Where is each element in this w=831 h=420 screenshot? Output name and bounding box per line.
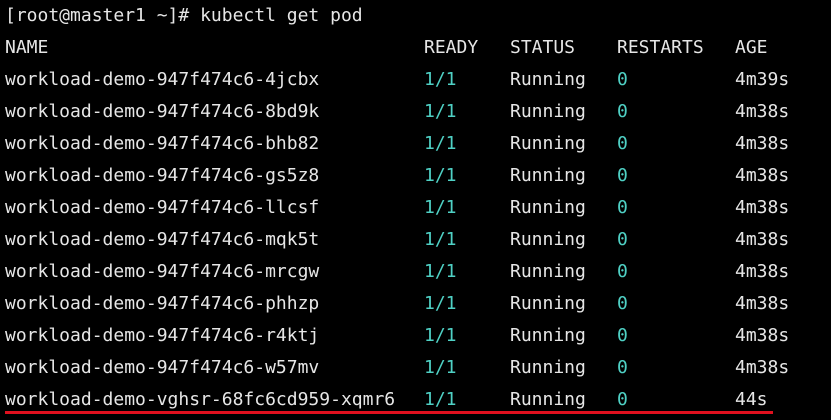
pod-age: 4m38s — [735, 165, 790, 186]
table-header: NAME READY STATUS RESTARTS AGE — [0, 32, 831, 64]
pod-age: 4m38s — [735, 261, 790, 282]
pod-ready: 1/1 — [424, 165, 457, 186]
header-restarts: RESTARTS — [617, 37, 704, 58]
pod-age: 4m38s — [735, 101, 790, 122]
pod-restarts: 0 — [617, 133, 628, 154]
pod-status: Running — [510, 293, 586, 314]
pod-status: Running — [510, 261, 586, 282]
pod-age: 4m38s — [735, 197, 790, 218]
table-row: workload-demo-947f474c6-8bd9k 1/1 Running 0… — [0, 96, 831, 128]
pod-name: workload-demo-947f474c6-bhb82 — [5, 133, 320, 154]
highlight-underline — [5, 411, 773, 414]
table-row: workload-demo-947f474c6-mqk5t 1/1 Running 0… — [0, 224, 831, 256]
pod-name: workload-demo-947f474c6-mrcgw — [5, 261, 320, 282]
pod-ready: 1/1 — [424, 229, 457, 250]
table-row: workload-demo-947f474c6-r4ktj 1/1 Running 0… — [0, 320, 831, 352]
pod-name: workload-demo-947f474c6-phhzp — [5, 293, 320, 314]
header-age: AGE — [735, 37, 768, 58]
table-row: workload-demo-947f474c6-4jcbx 1/1 Running 0… — [0, 64, 831, 96]
pod-name: workload-demo-947f474c6-r4ktj — [5, 325, 320, 346]
pod-ready: 1/1 — [424, 325, 457, 346]
pod-name: workload-demo-947f474c6-w57mv — [5, 357, 320, 378]
pod-ready: 1/1 — [424, 133, 457, 154]
pod-status: Running — [510, 325, 586, 346]
pod-name: workload-demo-947f474c6-4jcbx — [5, 69, 320, 90]
pod-status: Running — [510, 197, 586, 218]
pod-age: 4m38s — [735, 357, 790, 378]
pod-age: 4m38s — [735, 229, 790, 250]
pod-restarts: 0 — [617, 69, 628, 90]
pod-status: Running — [510, 229, 586, 250]
table-row: workload-demo-947f474c6-w57mv 1/1 Running 0… — [0, 352, 831, 384]
table-row: workload-demo-947f474c6-phhzp 1/1 Running 0… — [0, 288, 831, 320]
pod-restarts: 0 — [617, 101, 628, 122]
pod-name: workload-demo-947f474c6-mqk5t — [5, 229, 320, 250]
header-ready: READY — [424, 37, 479, 58]
terminal-window[interactable]: [root@master1 ~]# kubectl get pod NAME R… — [0, 0, 831, 420]
pod-name: workload-demo-947f474c6-gs5z8 — [5, 165, 320, 186]
pod-restarts: 0 — [617, 165, 628, 186]
pod-restarts: 0 — [617, 229, 628, 250]
pod-restarts: 0 — [617, 293, 628, 314]
pod-restarts: 0 — [617, 197, 628, 218]
pod-status: Running — [510, 357, 586, 378]
pod-status: Running — [510, 133, 586, 154]
pod-status: Running — [510, 165, 586, 186]
pod-age: 4m38s — [735, 133, 790, 154]
command-prompt: [root@master1 ~]# kubectl get pod — [5, 5, 363, 26]
pod-ready: 1/1 — [424, 293, 457, 314]
pod-status: Running — [510, 69, 586, 90]
table-row: workload-demo-947f474c6-bhb82 1/1 Running 0… — [0, 128, 831, 160]
pod-name: workload-demo-947f474c6-8bd9k — [5, 101, 320, 122]
pod-ready: 1/1 — [424, 261, 457, 282]
table-row: workload-demo-947f474c6-mrcgw 1/1 Running 0… — [0, 256, 831, 288]
pod-restarts: 0 — [617, 357, 628, 378]
table-row: workload-demo-947f474c6-llcsf 1/1 Running 0… — [0, 192, 831, 224]
pod-ready: 1/1 — [424, 197, 457, 218]
pod-name: workload-demo-947f474c6-llcsf — [5, 197, 320, 218]
pod-age: 4m39s — [735, 69, 790, 90]
pod-ready: 1/1 — [424, 101, 457, 122]
pod-restarts: 0 — [617, 261, 628, 282]
pod-status: Running — [510, 101, 586, 122]
pod-ready: 1/1 — [424, 357, 457, 378]
pod-age: 4m38s — [735, 325, 790, 346]
header-name: NAME — [5, 37, 49, 58]
pod-restarts: 0 — [617, 325, 628, 346]
pod-ready: 1/1 — [424, 69, 457, 90]
pod-age: 4m38s — [735, 293, 790, 314]
table-row: workload-demo-947f474c6-gs5z8 1/1 Running 0… — [0, 160, 831, 192]
header-status: STATUS — [510, 37, 576, 58]
